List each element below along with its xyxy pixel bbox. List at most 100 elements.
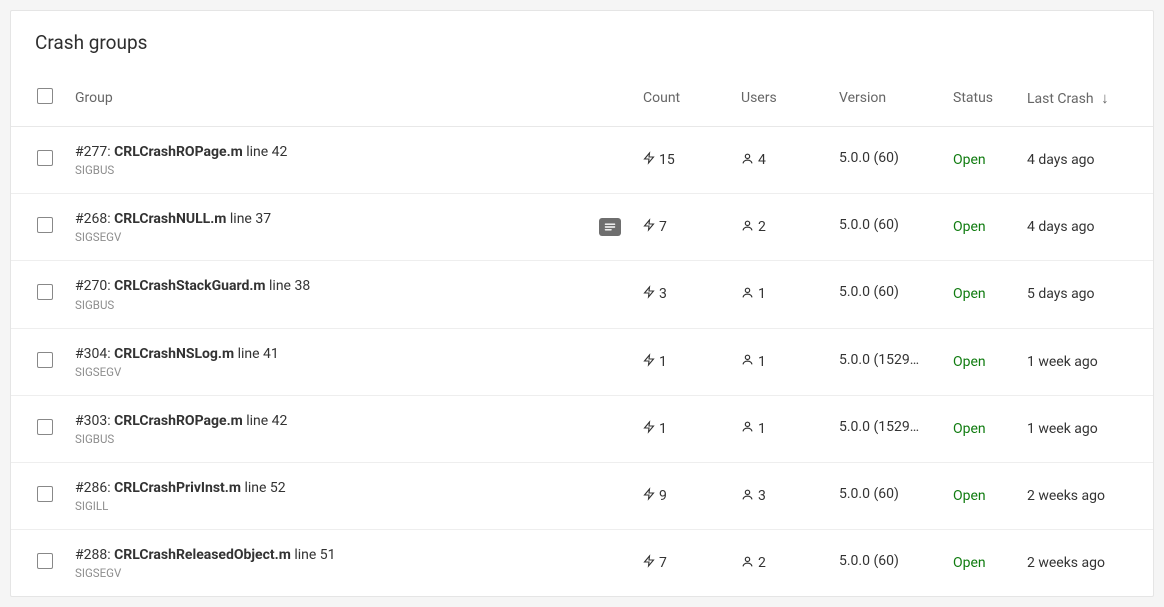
- lastcrash-value: 5 days ago: [1027, 286, 1095, 302]
- group-title: #286: CRLCrashPrivInst.m line 52: [75, 479, 583, 497]
- version-cell: 5.0.0 (60): [831, 194, 945, 261]
- header-status[interactable]: Status: [945, 78, 1019, 127]
- row-checkbox-cell: [11, 127, 67, 194]
- header-group[interactable]: Group: [67, 78, 591, 127]
- users-cell: 1: [733, 328, 831, 395]
- group-title: #277: CRLCrashROPage.m line 42: [75, 143, 583, 161]
- version-cell: 5.0.0 (1529…: [831, 395, 945, 462]
- group-cell: #277: CRLCrashROPage.m line 42SIGBUS: [67, 127, 591, 194]
- users-value: 3: [758, 488, 766, 504]
- row-checkbox[interactable]: [37, 150, 53, 166]
- count-value: 7: [659, 219, 667, 235]
- users-cell: 1: [733, 395, 831, 462]
- row-checkbox[interactable]: [37, 553, 53, 569]
- group-location: line 41: [238, 346, 279, 362]
- group-file: CRLCrashNSLog.m: [114, 346, 234, 362]
- users-value: 4: [758, 152, 766, 168]
- status-cell: Open: [945, 462, 1019, 529]
- count-value: 1: [659, 421, 667, 437]
- lightning-icon: [643, 420, 655, 438]
- header-version[interactable]: Version: [831, 78, 945, 127]
- group-title: #303: CRLCrashROPage.m line 42: [75, 412, 583, 430]
- row-checkbox-cell: [11, 395, 67, 462]
- group-id: #288:: [75, 547, 111, 563]
- group-signal: SIGBUS: [75, 432, 583, 446]
- lightning-icon: [643, 218, 655, 236]
- group-id: #277:: [75, 144, 111, 160]
- group-id: #304:: [75, 346, 111, 362]
- row-checkbox[interactable]: [37, 217, 53, 233]
- panel-title: Crash groups: [35, 31, 1129, 54]
- group-location: line 51: [294, 547, 335, 563]
- user-icon: [741, 488, 754, 505]
- users-cell: 4: [733, 127, 831, 194]
- user-icon: [741, 353, 754, 370]
- header-lastcrash[interactable]: Last Crash ↓: [1019, 78, 1153, 127]
- users-cell: 1: [733, 261, 831, 328]
- lightning-icon: [643, 487, 655, 505]
- group-signal: SIGSEGV: [75, 230, 583, 244]
- users-value: 1: [758, 354, 766, 370]
- table-row[interactable]: #288: CRLCrashReleasedObject.m line 51SI…: [11, 530, 1153, 597]
- lastcrash-value: 1 week ago: [1027, 354, 1098, 370]
- users-cell: 2: [733, 194, 831, 261]
- group-cell: #303: CRLCrashROPage.m line 42 SIGBUS: [67, 395, 591, 462]
- header-lastcrash-label: Last Crash: [1027, 91, 1094, 107]
- table-row[interactable]: #270: CRLCrashStackGuard.m line 38SIGBUS…: [11, 261, 1153, 328]
- lightning-icon: [643, 353, 655, 371]
- status-badge: Open: [953, 152, 986, 168]
- count-value: 7: [659, 555, 667, 571]
- count-cell: 7: [635, 530, 733, 597]
- header-users[interactable]: Users: [733, 78, 831, 127]
- lastcrash-value: 2 weeks ago: [1027, 488, 1105, 504]
- row-checkbox[interactable]: [37, 284, 53, 300]
- table-row[interactable]: #303: CRLCrashROPage.m line 42SIGBUS115.…: [11, 395, 1153, 462]
- row-checkbox[interactable]: [37, 352, 53, 368]
- lastcrash-cell: 5 days ago: [1019, 261, 1153, 328]
- count-cell: 9: [635, 462, 733, 529]
- table-row[interactable]: #268: CRLCrashNULL.m line 37SIGSEGV725.0…: [11, 194, 1153, 261]
- note-cell: [591, 462, 635, 529]
- status-cell: Open: [945, 127, 1019, 194]
- version-cell: 5.0.0 (1529…: [831, 328, 945, 395]
- group-file: CRLCrashROPage.m: [114, 144, 243, 160]
- lastcrash-cell: 2 weeks ago: [1019, 462, 1153, 529]
- lastcrash-cell: 4 days ago: [1019, 194, 1153, 261]
- lastcrash-cell: 2 weeks ago: [1019, 530, 1153, 597]
- lastcrash-value: 1 week ago: [1027, 421, 1098, 437]
- status-cell: Open: [945, 530, 1019, 597]
- group-file: CRLCrashStackGuard.m: [114, 278, 265, 294]
- table-row[interactable]: #304: CRLCrashNSLog.m line 41SIGSEGV115.…: [11, 328, 1153, 395]
- count-value: 3: [659, 286, 667, 302]
- lastcrash-value: 4 days ago: [1027, 152, 1095, 168]
- group-signal: SIGSEGV: [75, 566, 583, 580]
- count-value: 1: [659, 354, 667, 370]
- status-badge: Open: [953, 219, 986, 235]
- header-count[interactable]: Count: [635, 78, 733, 127]
- users-value: 2: [758, 219, 766, 235]
- group-id: #303:: [75, 413, 111, 429]
- table-row[interactable]: #277: CRLCrashROPage.m line 42SIGBUS1545…: [11, 127, 1153, 194]
- note-cell: [591, 530, 635, 597]
- header-note: [591, 78, 635, 127]
- panel-header: Crash groups: [11, 11, 1153, 78]
- table-header-row: Group Count Users Version Status Last Cr…: [11, 78, 1153, 127]
- note-icon[interactable]: [599, 218, 621, 236]
- version-value: 5.0.0 (60): [839, 217, 899, 233]
- lightning-icon: [643, 554, 655, 572]
- row-checkbox[interactable]: [37, 486, 53, 502]
- group-file: CRLCrashROPage.m: [114, 413, 243, 429]
- table-row[interactable]: #286: CRLCrashPrivInst.m line 52SIGILL93…: [11, 462, 1153, 529]
- crash-groups-panel: Crash groups Group Count Users Version S…: [10, 10, 1154, 597]
- row-checkbox-cell: [11, 194, 67, 261]
- users-value: 1: [758, 286, 766, 302]
- count-value: 9: [659, 488, 667, 504]
- status-badge: Open: [953, 488, 986, 504]
- users-value: 2: [758, 555, 766, 571]
- select-all-checkbox[interactable]: [37, 88, 53, 104]
- row-checkbox[interactable]: [37, 419, 53, 435]
- group-location: line 42: [246, 144, 287, 160]
- version-cell: 5.0.0 (60): [831, 127, 945, 194]
- group-cell: #270: CRLCrashStackGuard.m line 38SIGBUS: [67, 261, 591, 328]
- group-location: line 52: [244, 480, 285, 496]
